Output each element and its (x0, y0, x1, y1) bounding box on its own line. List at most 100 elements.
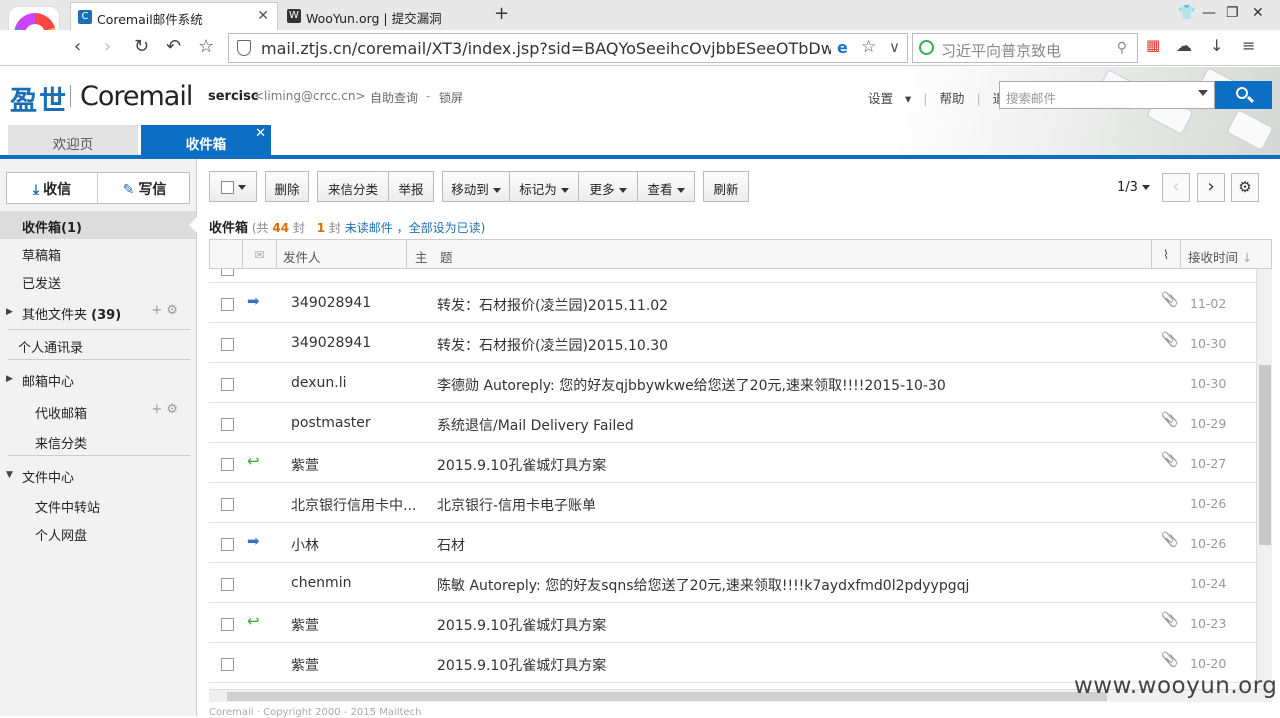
row-checkbox[interactable] (221, 298, 234, 311)
folder-tools[interactable]: + ⚙ (151, 303, 178, 318)
sidebar-item-file-transfer[interactable]: 文件中转站 (0, 491, 196, 519)
table-row[interactable]: chenmin 陈敏 Autoreply: 您的好友sqns给您送了20元,速来领… (209, 563, 1256, 603)
table-row[interactable]: postmaster 系统退信/Mail Delivery Failed 📎 10-2… (209, 403, 1256, 443)
new-tab-icon[interactable]: + (494, 3, 509, 24)
cloud-icon[interactable]: ☁ (1176, 36, 1192, 55)
row-checkbox[interactable] (221, 578, 234, 591)
row-subject[interactable]: 陈敏 Autoreply: 您的好友sqns给您送了20元,速来领取!!!!k7… (437, 575, 1157, 595)
table-row[interactable]: dexun.li 李德勋 Autoreply: 您的好友qjbbywkwe给您送了… (209, 363, 1256, 403)
table-row[interactable]: ➡ 349028941 转发：石材报价(凌兰园)2015.11.02 📎 11-02 (209, 283, 1256, 323)
row-checkbox[interactable] (221, 658, 234, 671)
row-checkbox[interactable] (221, 418, 234, 431)
row-sender[interactable]: 小林 (291, 535, 417, 555)
expand-icon[interactable]: ▼ (6, 470, 13, 480)
address-bar[interactable]: mail.ztjs.cn/coremail/XT3/index.jsp?sid=… (228, 33, 908, 63)
download-icon[interactable]: ↓ (1210, 36, 1223, 55)
mark-all-read-link[interactable]: ，全部设为已读) (397, 221, 486, 235)
row-sender[interactable]: 紫萱 (291, 455, 417, 475)
table-row[interactable]: ↩ 紫萱 2015.9.10孔雀城灯具方案 📎 10-23 (209, 603, 1256, 643)
page-indicator[interactable]: 1/3 (1117, 180, 1150, 195)
skin-icon[interactable]: 👕 (1178, 5, 1195, 21)
apps-grid-icon[interactable]: ▦ (1146, 36, 1160, 54)
folder-tools[interactable]: + ⚙ (151, 402, 178, 417)
favorite-star-icon[interactable]: ☆ (861, 37, 876, 57)
sidebar-item-mail-classify[interactable]: 来信分类 (0, 427, 196, 455)
reload-icon[interactable]: ↻ (134, 36, 149, 57)
unread-link[interactable]: 未读邮件 (345, 221, 393, 235)
sender-column-header[interactable]: 发件人 (277, 240, 407, 268)
close-tab-icon[interactable]: ✕ (257, 8, 269, 24)
select-all-dropdown[interactable] (209, 171, 257, 202)
row-subject[interactable]: 李德勋 Autoreply: 您的好友qjbbywkwe给您送了20元,速来领取… (437, 375, 1157, 395)
mail-search-input[interactable]: 搜索邮件 (999, 81, 1215, 109)
move-to-dropdown[interactable]: 移动到 (442, 171, 510, 202)
sidebar-item-inbox[interactable]: 收件箱(1) (0, 211, 197, 239)
mark-as-dropdown[interactable]: 标记为 (509, 171, 579, 202)
row-subject[interactable]: 2015.9.10孔雀城灯具方案 (437, 655, 1157, 675)
row-checkbox[interactable] (221, 458, 234, 471)
sidebar-item-mailbox-center[interactable]: ▶ 邮箱中心 (0, 365, 196, 393)
row-sender[interactable]: postmaster (291, 415, 417, 431)
table-row[interactable]: ↩ 紫萱 2015.9.10孔雀城灯具方案 📎 10-27 (209, 443, 1256, 483)
sidebar-item-netdisk[interactable]: 个人网盘 (0, 519, 196, 547)
scroll-thumb[interactable] (1259, 365, 1271, 545)
time-column-header[interactable]: 接收时间 ↓ (1181, 240, 1271, 268)
help-link[interactable]: 帮助 (939, 91, 964, 106)
row-sender[interactable]: 北京银行信用卡中... (291, 495, 417, 515)
more-dropdown[interactable]: 更多 (578, 171, 638, 202)
sidebar-item-proxy-mailbox[interactable]: 代收邮箱 + ⚙ (0, 397, 196, 425)
scroll-thumb[interactable] (227, 692, 1107, 701)
vertical-scrollbar[interactable] (1256, 269, 1272, 689)
menu-icon[interactable]: ≡ (1242, 36, 1255, 55)
view-dropdown[interactable]: 查看 (637, 171, 695, 202)
search-dropdown-icon[interactable] (1198, 90, 1208, 96)
ie-mode-icon[interactable]: e (837, 38, 848, 57)
sidebar-item-sent[interactable]: 已发送 (0, 267, 196, 295)
row-checkbox[interactable] (221, 618, 234, 631)
receive-button[interactable]: ⤓ 收信 (7, 173, 98, 203)
minimize-icon[interactable]: — (1202, 5, 1216, 21)
row-sender[interactable]: chenmin (291, 575, 417, 591)
row-sender[interactable]: 紫萱 (291, 655, 417, 675)
sidebar-item-contacts[interactable]: 个人通讯录 (0, 331, 196, 359)
back-icon[interactable]: ‹ (74, 36, 81, 57)
tab-inbox[interactable]: 收件箱 ✕ (141, 125, 271, 157)
row-checkbox[interactable] (221, 538, 234, 551)
maximize-icon[interactable]: ❐ (1226, 5, 1239, 21)
sidebar-item-other-folders[interactable]: ▶ 其他文件夹 (39) + ⚙ (0, 298, 196, 326)
row-checkbox[interactable] (221, 498, 234, 511)
sidebar-item-file-center[interactable]: ▼ 文件中心 (0, 461, 196, 489)
classify-button[interactable]: 来信分类 (317, 171, 389, 202)
table-row[interactable]: 349028941 转发：石材报价(凌兰园)2015.10.30 📎 10-30 (209, 323, 1256, 363)
subject-column-header[interactable]: 主 题 (407, 240, 1152, 268)
undo-icon[interactable]: ↶ (166, 36, 181, 57)
browser-tab-coremail[interactable]: C Coremail邮件系统 ✕ (70, 2, 278, 30)
self-query-link[interactable]: 自助查询 (370, 89, 418, 106)
expand-icon[interactable]: ▶ (6, 307, 13, 317)
row-checkbox[interactable] (221, 378, 234, 391)
close-tab-icon[interactable]: ✕ (255, 126, 266, 141)
chevron-down-icon[interactable]: ∨ (889, 38, 900, 56)
tab-welcome[interactable]: 欢迎页 (8, 125, 138, 157)
browser-tab-wooyun[interactable]: W WooYun.org | 提交漏洞 (280, 2, 488, 30)
report-button[interactable]: 举报 (388, 171, 434, 202)
lock-screen-link[interactable]: 锁屏 (439, 89, 463, 106)
settings-gear-icon[interactable]: ⚙ (1231, 173, 1259, 202)
row-subject[interactable]: 2015.9.10孔雀城灯具方案 (437, 455, 1157, 475)
row-subject[interactable]: 北京银行-信用卡电子账单 (437, 495, 1157, 515)
delete-button[interactable]: 删除 (265, 171, 309, 202)
row-sender[interactable]: 紫萱 (291, 615, 417, 635)
row-subject[interactable]: 系统退信/Mail Delivery Failed (437, 415, 1157, 435)
sidebar-item-drafts[interactable]: 草稿箱 (0, 239, 196, 267)
refresh-button[interactable]: 刷新 (703, 171, 749, 202)
forward-icon[interactable]: › (104, 36, 111, 57)
url-text[interactable]: mail.ztjs.cn/coremail/XT3/index.jsp?sid=… (261, 39, 831, 58)
row-sender[interactable]: 349028941 (291, 295, 417, 311)
row-sender[interactable]: 349028941 (291, 335, 417, 351)
row-subject[interactable]: 转发：石材报价(凌兰园)2015.10.30 (437, 335, 1157, 355)
row-subject[interactable]: 2015.9.10孔雀城灯具方案 (437, 615, 1157, 635)
compose-button[interactable]: ✎ 写信 (99, 173, 190, 203)
row-checkbox[interactable] (221, 338, 234, 351)
browser-search-box[interactable]: 习近平向普京致电 ⚲ (912, 33, 1138, 63)
settings-link[interactable]: 设置 ▾ (868, 91, 911, 106)
